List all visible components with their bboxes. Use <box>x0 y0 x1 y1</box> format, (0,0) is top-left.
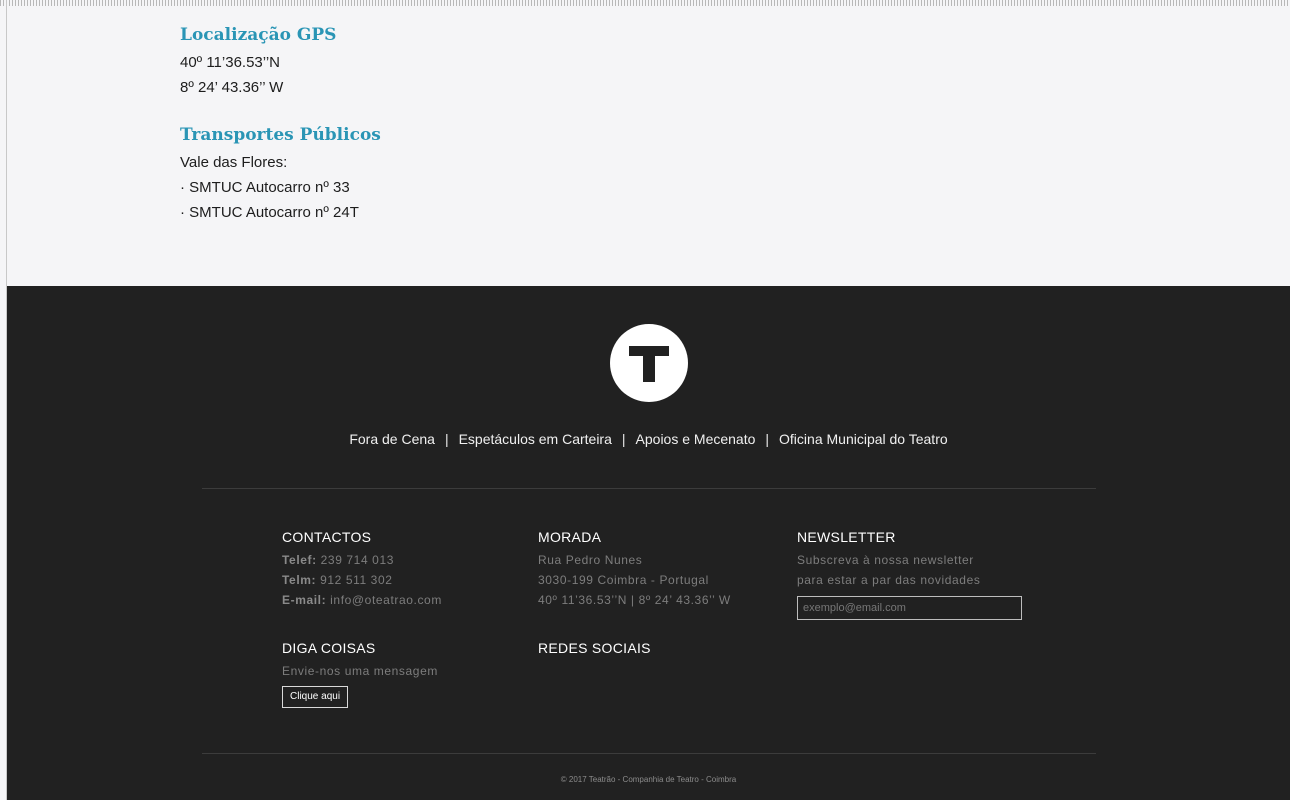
newsletter-text-line2: para estar a par das novidades <box>797 573 981 587</box>
copyright-text: © 2017 Teatrão - Companhia de Teatro - C… <box>560 775 737 784</box>
newsletter-email-input[interactable] <box>797 596 1022 620</box>
send-message-button[interactable]: Clique aqui <box>282 686 349 708</box>
email-label: E-mail: <box>282 593 327 607</box>
phone-number[interactable]: 239 714 013 <box>321 553 394 567</box>
message-column: DIGA COISAS Envie-nos uma mensagem Cliqu… <box>282 638 438 708</box>
footer-divider-top <box>202 488 1096 489</box>
nav-separator: | <box>765 431 770 447</box>
gps-longitude: 8º 24’ 43.36’’ W <box>180 79 284 96</box>
email-row: E-mail: info@oteatrao.com <box>282 590 442 610</box>
page: Localização GPS 40º 11’36.53’’N 8º 24’ 4… <box>0 0 1290 800</box>
mobile-number[interactable]: 912 511 302 <box>320 573 392 587</box>
social-column: REDES SOCIAIS <box>538 638 651 658</box>
email-address[interactable]: info@oteatrao.com <box>330 593 442 607</box>
address-street: Rua Pedro Nunes <box>538 553 643 567</box>
logo-t-stem <box>643 346 655 382</box>
address-heading: MORADA <box>538 529 602 545</box>
teatrao-logo-icon[interactable] <box>610 324 688 402</box>
message-heading: DIGA COISAS <box>282 640 376 656</box>
transport-stop: Vale das Flores: <box>180 154 288 171</box>
gps-heading: Localização GPS <box>180 25 337 45</box>
top-ruler <box>0 0 1290 6</box>
nav-separator: | <box>444 431 449 447</box>
footer-link-apoios-e-mecenato[interactable]: Apoios e Mecenato <box>636 431 756 447</box>
newsletter-text-line1: Subscreva à nossa newsletter <box>797 553 974 567</box>
newsletter-column: NEWSLETTER Subscreva à nossa newsletter … <box>797 527 1022 620</box>
contacts-column: CONTACTOS Telef: 239 714 013 Telm: 912 5… <box>282 527 442 610</box>
transport-heading: Transportes Públicos <box>180 125 381 145</box>
transport-line-item: · SMTUC Autocarro nº 33 <box>180 179 350 196</box>
gps-latitude: 40º 11’36.53’’N <box>180 54 280 71</box>
footer-link-oficina-municipal[interactable]: Oficina Municipal do Teatro <box>779 431 948 447</box>
nav-separator: | <box>621 431 626 447</box>
site-footer: Fora de Cena | Espetáculos em Carteira | Apo… <box>7 286 1290 800</box>
transport-line-item: · SMTUC Autocarro nº 24T <box>180 204 359 221</box>
footer-link-espetaculos-em-carteira[interactable]: Espetáculos em Carteira <box>459 431 612 447</box>
phone-row: Telef: 239 714 013 <box>282 550 442 570</box>
phone-label: Telef: <box>282 553 317 567</box>
newsletter-heading: NEWSLETTER <box>797 529 896 545</box>
address-gps: 40º 11’36.53’’N | 8º 24’ 43.36’’ W <box>538 593 731 607</box>
mobile-label: Telm: <box>282 573 317 587</box>
address-city: 3030-199 Coimbra - Portugal <box>538 573 709 587</box>
location-info: Localização GPS 40º 11’36.53’’N 8º 24’ 4… <box>180 22 381 225</box>
footer-link-fora-de-cena[interactable]: Fora de Cena <box>349 431 435 447</box>
message-text: Envie-nos uma mensagem <box>282 664 438 678</box>
contacts-heading: CONTACTOS <box>282 529 372 545</box>
footer-divider-bottom <box>202 753 1096 754</box>
mobile-row: Telm: 912 511 302 <box>282 570 442 590</box>
address-column: MORADA Rua Pedro Nunes 3030-199 Coimbra … <box>538 527 731 610</box>
social-heading: REDES SOCIAIS <box>538 640 651 656</box>
footer-nav: Fora de Cena | Espetáculos em Carteira | Apo… <box>7 431 1290 447</box>
